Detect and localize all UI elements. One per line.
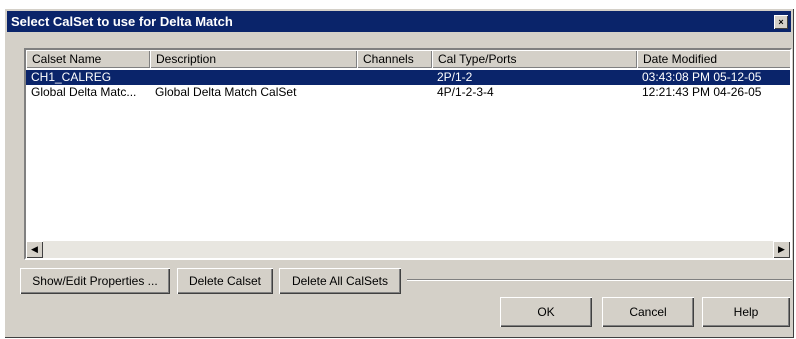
- separator: [407, 279, 792, 281]
- title-bar[interactable]: Select CalSet to use for Delta Match ×: [7, 11, 791, 32]
- cell-channels: [357, 70, 432, 85]
- show-edit-properties-button[interactable]: Show/Edit Properties ...: [20, 268, 170, 294]
- scroll-right-icon[interactable]: ▶: [773, 241, 790, 258]
- cell-calset-name: Global Delta Matc...: [31, 85, 137, 99]
- column-header-date-modified[interactable]: Date Modified: [637, 50, 790, 68]
- cancel-button[interactable]: Cancel: [602, 297, 694, 327]
- delete-all-calsets-button[interactable]: Delete All CalSets: [279, 268, 401, 294]
- cell-description: [150, 70, 357, 85]
- cell-calset-name: CH1_CALREG: [31, 70, 112, 84]
- help-button[interactable]: Help: [702, 297, 790, 327]
- cell-date-modified: 12:21:43 PM 04-26-05: [642, 85, 762, 99]
- column-header-calset-name[interactable]: Calset Name: [26, 50, 150, 68]
- scroll-left-icon[interactable]: ◀: [26, 241, 43, 258]
- table-row[interactable]: Global Delta Matc... Global Delta Match …: [26, 85, 790, 100]
- column-header-description[interactable]: Description: [150, 50, 357, 68]
- cell-channels: [357, 85, 432, 100]
- list-header: Calset Name Description Channels Cal Typ…: [26, 50, 790, 68]
- delete-calset-button[interactable]: Delete Calset: [177, 268, 273, 294]
- close-icon[interactable]: ×: [774, 14, 788, 29]
- dialog-window: Select CalSet to use for Delta Match × C…: [4, 8, 794, 338]
- table-row[interactable]: CH1_CALREG 2P/1-2 03:43:08 PM 05-12-05: [26, 70, 790, 85]
- column-header-channels[interactable]: Channels: [357, 50, 432, 68]
- cell-date-modified: 03:43:08 PM 05-12-05: [642, 70, 762, 84]
- cell-cal-type: 2P/1-2: [437, 70, 473, 84]
- horizontal-scrollbar[interactable]: ◀ ▶: [26, 241, 790, 258]
- column-header-cal-type[interactable]: Cal Type/Ports: [432, 50, 637, 68]
- ok-button[interactable]: OK: [500, 297, 592, 327]
- cell-description: Global Delta Match CalSet: [155, 85, 297, 99]
- calset-list[interactable]: Calset Name Description Channels Cal Typ…: [24, 48, 792, 260]
- dialog-title: Select CalSet to use for Delta Match: [11, 14, 233, 29]
- cell-cal-type: 4P/1-2-3-4: [437, 85, 494, 99]
